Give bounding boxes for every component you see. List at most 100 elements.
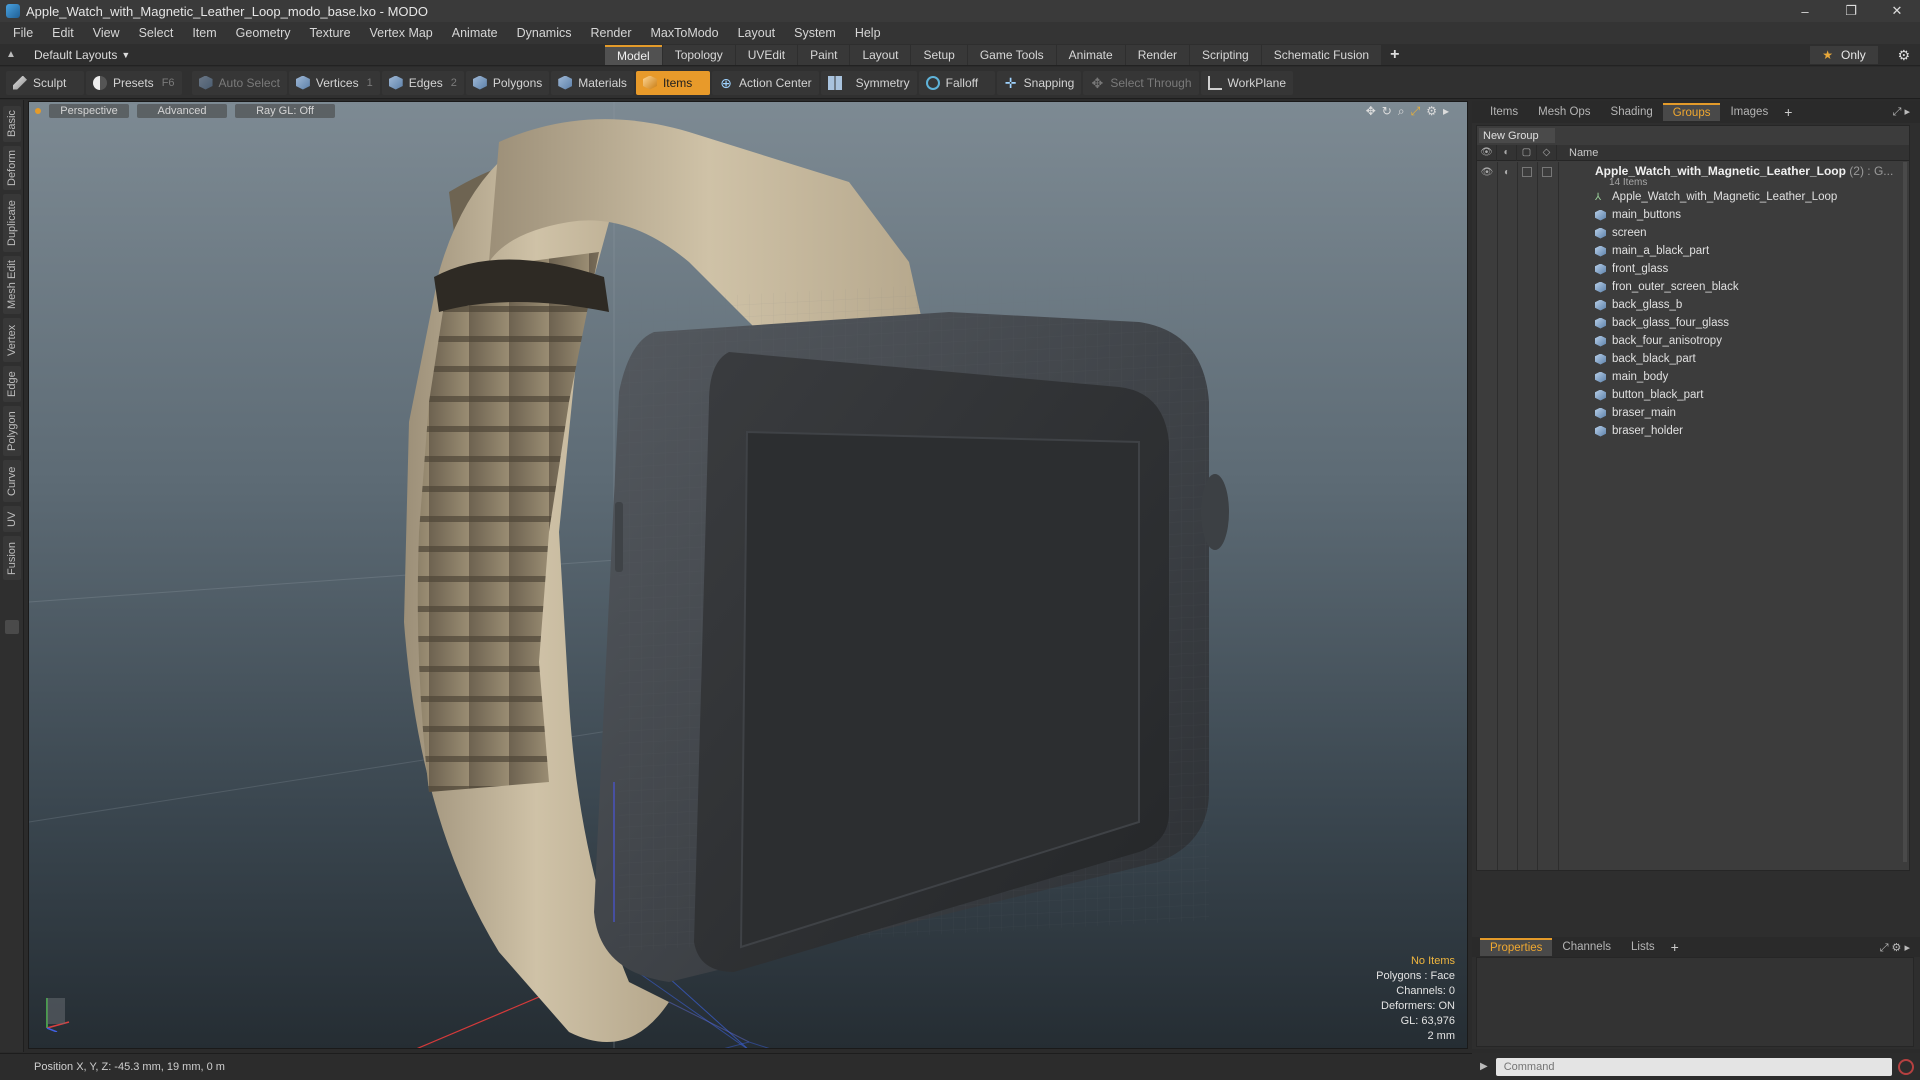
- menu-help[interactable]: Help: [848, 26, 893, 40]
- list-item[interactable]: back_glass_four_glass: [1477, 314, 1909, 332]
- add-tab-button[interactable]: +: [1382, 45, 1407, 65]
- tab-images[interactable]: Images: [1720, 103, 1778, 121]
- lock-column-icon[interactable]: ▢: [1517, 144, 1537, 161]
- 3d-viewport[interactable]: Perspective Advanced Ray GL: Off ✥ ↻ ⌕ ⤢…: [28, 101, 1468, 1049]
- materials-button[interactable]: Materials: [551, 70, 634, 95]
- tab-layout[interactable]: Layout: [850, 45, 911, 65]
- list-item[interactable]: back_four_anisotropy: [1477, 332, 1909, 350]
- properties-expand-icon[interactable]: ⤢ ⚙ ▸: [1880, 941, 1910, 955]
- tab-shading[interactable]: Shading: [1601, 103, 1663, 121]
- tab-mesh-ops[interactable]: Mesh Ops: [1528, 103, 1600, 121]
- list-item[interactable]: fron_outer_screen_black: [1477, 278, 1909, 296]
- vtab-basic[interactable]: Basic: [3, 106, 21, 142]
- menu-animate[interactable]: Animate: [445, 26, 510, 40]
- presets-button[interactable]: Presets F6: [86, 70, 182, 95]
- vtab-edge[interactable]: Edge: [3, 366, 21, 402]
- vtab-duplicate[interactable]: Duplicate: [3, 194, 21, 252]
- root-lock-checkbox[interactable]: [1522, 167, 1532, 177]
- list-item[interactable]: main_body: [1477, 368, 1909, 386]
- vtab-polygon[interactable]: Polygon: [3, 406, 21, 456]
- tab-properties[interactable]: Properties: [1480, 938, 1553, 956]
- falloff-button[interactable]: Falloff: [918, 70, 995, 95]
- command-input[interactable]: [1495, 1057, 1892, 1076]
- snapping-button[interactable]: ✛ Snapping: [996, 70, 1082, 95]
- visibility-column-icon[interactable]: 👁: [1477, 144, 1497, 161]
- new-group-button[interactable]: New Group: [1479, 128, 1555, 143]
- list-item[interactable]: main_buttons: [1477, 206, 1909, 224]
- tab-animate[interactable]: Animate: [1056, 45, 1125, 65]
- root-select-checkbox[interactable]: [1542, 167, 1552, 177]
- strip-toggle-button[interactable]: [5, 620, 19, 634]
- restore-button[interactable]: ❐: [1828, 0, 1874, 22]
- menu-system[interactable]: System: [787, 26, 848, 40]
- menu-select[interactable]: Select: [132, 26, 186, 40]
- tab-groups[interactable]: Groups: [1662, 103, 1721, 121]
- add-properties-tab-button[interactable]: +: [1665, 938, 1685, 956]
- pan-icon[interactable]: ✥: [1366, 104, 1376, 119]
- menu-view[interactable]: View: [86, 26, 132, 40]
- list-item[interactable]: braser_holder: [1477, 422, 1909, 440]
- vtab-vertex[interactable]: Vertex: [3, 318, 21, 362]
- root-visibility-icon[interactable]: 👁: [1477, 164, 1497, 180]
- only-button[interactable]: ★ Only: [1810, 46, 1878, 64]
- vtab-mesh-edit[interactable]: Mesh Edit: [3, 256, 21, 314]
- close-button[interactable]: ✕: [1874, 0, 1920, 22]
- viewport-menu-arrow-icon[interactable]: ▸: [1443, 104, 1449, 119]
- select-through-button[interactable]: ✥ Select Through: [1083, 70, 1199, 95]
- raygl-toggle[interactable]: Ray GL: Off: [235, 104, 335, 118]
- vertices-button[interactable]: Vertices 1: [288, 70, 380, 95]
- zoom-icon[interactable]: ⌕: [1398, 104, 1405, 119]
- tab-setup[interactable]: Setup: [911, 45, 967, 65]
- vtab-curve[interactable]: Curve: [3, 460, 21, 502]
- tab-uvedit[interactable]: UVEdit: [735, 45, 798, 65]
- vtab-fusion[interactable]: Fusion: [3, 536, 21, 580]
- auto-select-button[interactable]: Auto Select: [191, 70, 287, 95]
- polygons-button[interactable]: Polygons: [465, 70, 550, 95]
- tab-paint[interactable]: Paint: [798, 45, 850, 65]
- gear-icon[interactable]: ⚙: [1897, 47, 1910, 64]
- viewport-gear-icon[interactable]: ⚙: [1426, 104, 1437, 119]
- vtab-deform[interactable]: Deform: [3, 146, 21, 190]
- menu-layout[interactable]: Layout: [731, 26, 788, 40]
- expand-panel-icon[interactable]: ⤢ ▸: [1893, 105, 1910, 119]
- tab-topology[interactable]: Topology: [662, 45, 735, 65]
- list-item[interactable]: main_a_black_part: [1477, 242, 1909, 260]
- workplane-button[interactable]: WorkPlane: [1200, 70, 1294, 95]
- tab-game-tools[interactable]: Game Tools: [967, 45, 1056, 65]
- menu-geometry[interactable]: Geometry: [229, 26, 303, 40]
- menu-texture[interactable]: Texture: [303, 26, 363, 40]
- action-center-button[interactable]: ⊕ Action Center: [711, 70, 819, 95]
- name-column-header[interactable]: Name: [1569, 147, 1598, 159]
- list-item[interactable]: screen: [1477, 224, 1909, 242]
- root-render-icon[interactable]: ◐: [1497, 164, 1517, 180]
- rotate-icon[interactable]: ↻: [1382, 104, 1392, 119]
- groups-scrollbar[interactable]: [1903, 162, 1907, 862]
- menu-render[interactable]: Render: [584, 26, 644, 40]
- collapse-up-icon[interactable]: ▲: [6, 50, 16, 60]
- menu-file[interactable]: File: [6, 26, 45, 40]
- select-column-icon[interactable]: ◇: [1537, 144, 1557, 161]
- tab-lists[interactable]: Lists: [1621, 938, 1665, 956]
- minimize-button[interactable]: –: [1782, 0, 1828, 22]
- command-history-icon[interactable]: ▶: [1480, 1061, 1488, 1072]
- sculpt-button[interactable]: Sculpt: [6, 70, 84, 95]
- shading-mode-selector[interactable]: Advanced: [137, 104, 227, 118]
- edges-button[interactable]: Edges 2: [381, 70, 464, 95]
- tab-channels[interactable]: Channels: [1552, 938, 1621, 956]
- view-mode-selector[interactable]: Perspective: [49, 104, 129, 118]
- tab-model[interactable]: Model: [605, 45, 662, 65]
- render-column-icon[interactable]: ◐: [1497, 144, 1517, 161]
- list-item[interactable]: back_glass_b: [1477, 296, 1909, 314]
- vtab-uv[interactable]: UV: [3, 506, 21, 532]
- menu-item[interactable]: Item: [185, 26, 228, 40]
- menu-maxtomodo[interactable]: MaxToModo: [644, 26, 731, 40]
- list-item[interactable]: button_black_part: [1477, 386, 1909, 404]
- tab-items[interactable]: Items: [1480, 103, 1528, 121]
- list-item[interactable]: ⅄ Apple_Watch_with_Magnetic_Leather_Loop: [1477, 188, 1909, 206]
- tab-schematic-fusion[interactable]: Schematic Fusion: [1261, 45, 1382, 65]
- list-item[interactable]: braser_main: [1477, 404, 1909, 422]
- menu-edit[interactable]: Edit: [45, 26, 86, 40]
- list-item[interactable]: back_black_part: [1477, 350, 1909, 368]
- layout-selector[interactable]: ▲ Default Layouts ▼: [6, 46, 130, 64]
- command-stop-icon[interactable]: [1897, 1058, 1914, 1075]
